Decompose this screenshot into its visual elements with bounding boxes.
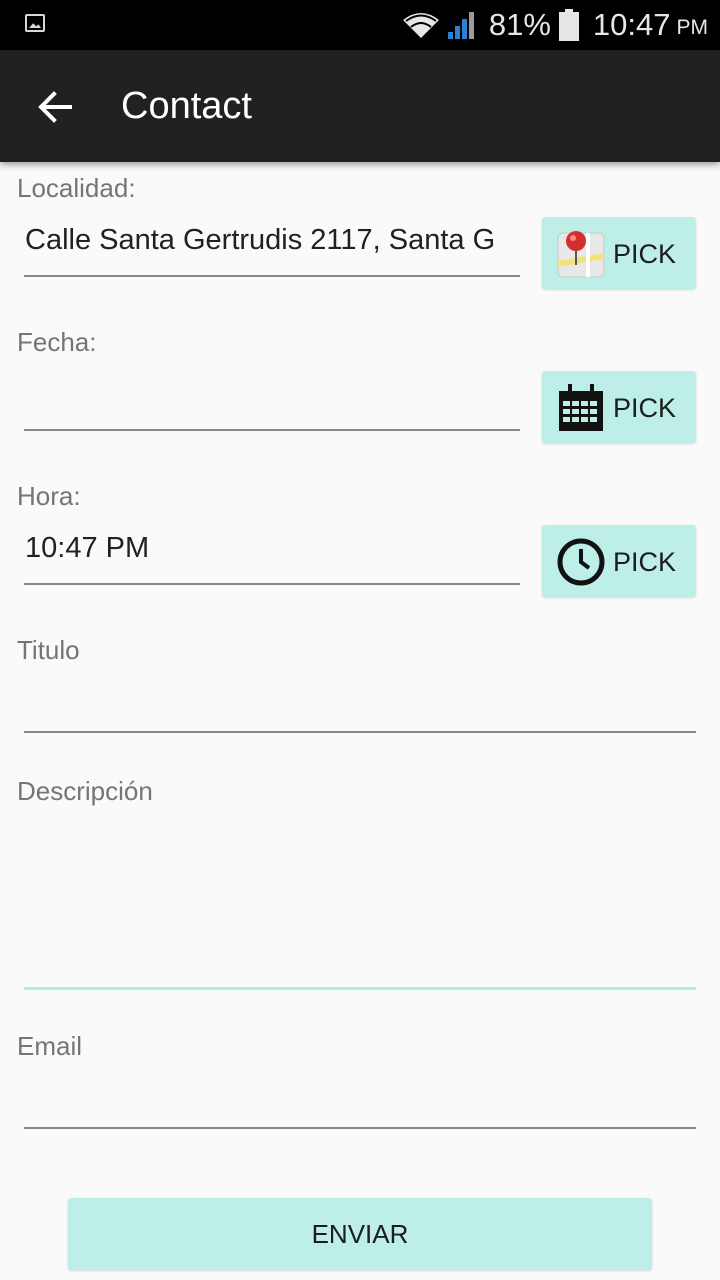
battery-percent: 81%	[488, 7, 551, 42]
email-underline	[24, 1127, 696, 1129]
descripcion-label: Descripción	[17, 776, 153, 806]
status-bar: 81% 10:47 PM	[0, 0, 720, 50]
pick-location-button[interactable]: PICK	[542, 217, 696, 289]
send-button[interactable]: ENVIAR	[68, 1198, 652, 1270]
hora-input[interactable]: 10:47 PM	[25, 532, 520, 565]
titulo-label: Titulo	[17, 635, 80, 665]
pick-date-label: PICK	[613, 393, 677, 423]
clock-icon	[557, 538, 605, 586]
localidad-underline	[24, 275, 520, 277]
titulo-underline	[24, 731, 696, 733]
clock-ampm: PM	[676, 16, 709, 39]
pick-time-label: PICK	[613, 547, 677, 577]
hora-underline	[24, 583, 520, 585]
fecha-label: Fecha:	[17, 327, 97, 357]
wifi-icon	[402, 13, 439, 38]
localidad-input[interactable]: Calle Santa Gertrudis 2117, Santa G	[25, 224, 520, 257]
map-pin-icon	[557, 231, 605, 278]
cell-signal-icon	[447, 12, 474, 39]
clock-time: 10:47	[592, 7, 671, 42]
email-label: Email	[17, 1031, 83, 1061]
page-title: Contact	[121, 85, 252, 127]
hora-label: Hora:	[17, 481, 81, 511]
descripcion-underline	[24, 987, 696, 990]
battery-icon	[558, 9, 579, 41]
pick-location-label: PICK	[613, 239, 677, 269]
calendar-icon	[559, 384, 603, 431]
localidad-label: Localidad:	[17, 173, 136, 203]
image-notification-icon	[25, 14, 45, 32]
pick-date-button[interactable]: PICK	[542, 371, 696, 443]
arrow-back-icon[interactable]	[34, 86, 76, 128]
fecha-underline	[24, 429, 520, 431]
pick-time-button[interactable]: PICK	[542, 525, 696, 597]
app-bar: Contact	[0, 50, 720, 162]
